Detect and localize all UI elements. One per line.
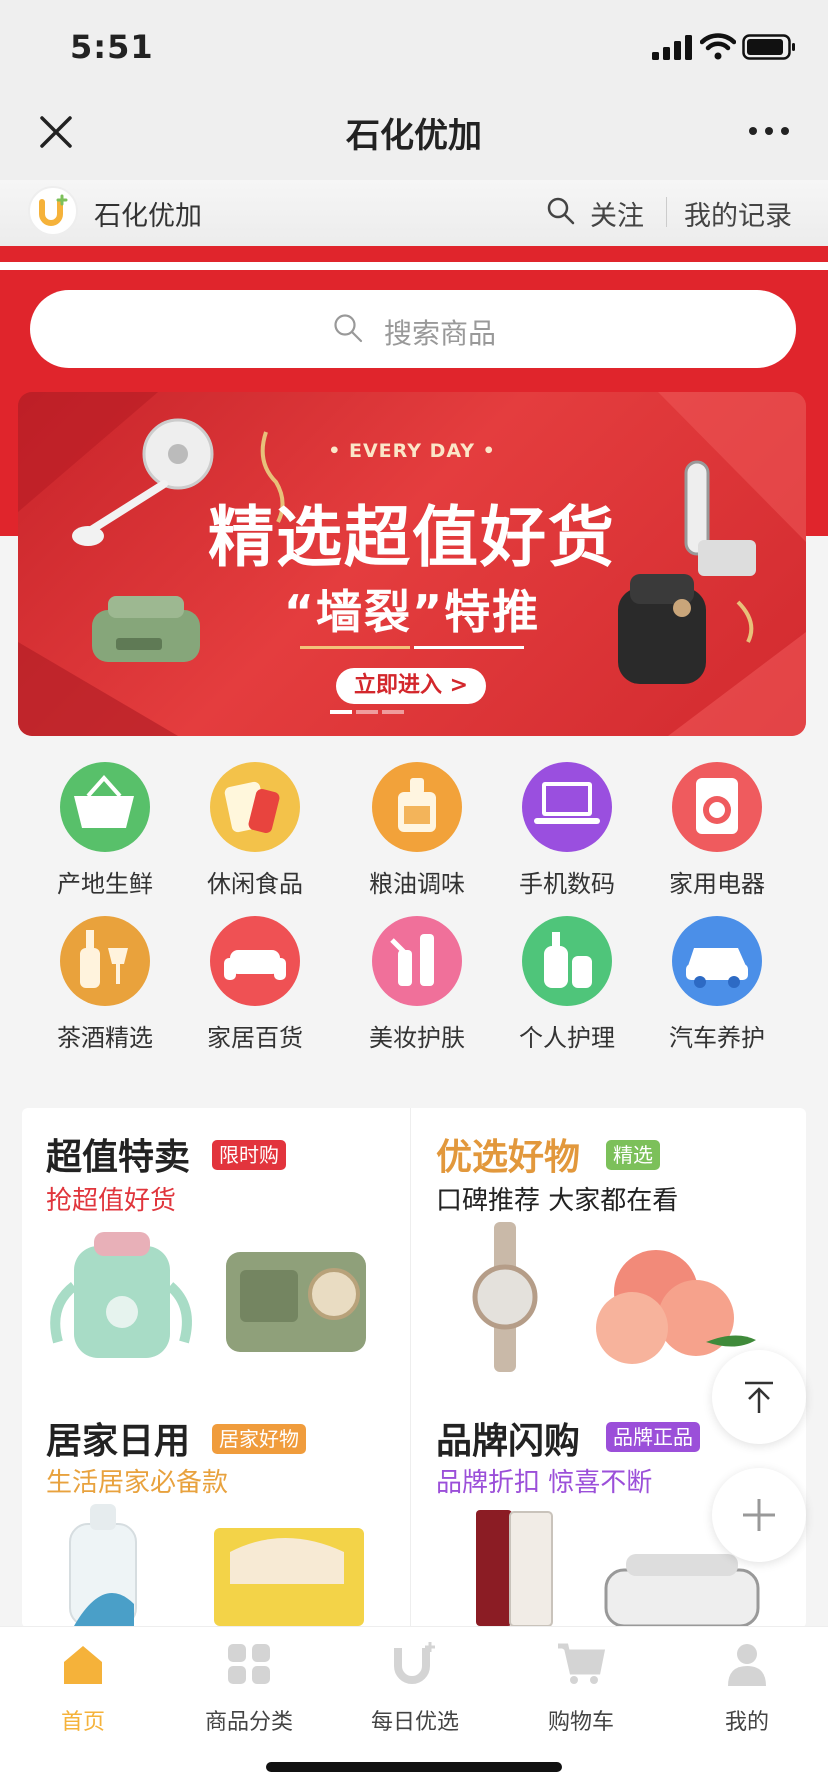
my-records-link[interactable]: 我的记录 — [684, 194, 792, 233]
card-subtitle-home: 生活居家必备款 — [46, 1468, 229, 1498]
tab-home[interactable]: 首页 — [0, 1640, 166, 1736]
signal-icon — [652, 35, 692, 60]
status-time: 5:51 — [70, 28, 154, 66]
tab-label: 首页 — [60, 1710, 105, 1735]
banner-divider-right — [414, 646, 524, 649]
promo-banner[interactable]: • EVERY DAY • 精选超值好货 “墙裂”特推 立即进入 > — [18, 392, 806, 736]
page-title: 石化优加 — [346, 116, 482, 156]
tag-selected: 精选 — [606, 1140, 660, 1170]
category-item[interactable]: 产地生鲜 — [30, 762, 180, 899]
store-logo[interactable] — [28, 186, 78, 236]
oil-bottle-icon — [372, 762, 462, 852]
grid-icon — [228, 1644, 270, 1684]
cart-icon — [558, 1643, 606, 1684]
cosmetics-icon — [372, 916, 462, 1006]
snack-icon — [210, 762, 300, 852]
wine-icon — [60, 916, 150, 1006]
category-label: 手机数码 — [519, 870, 615, 898]
divider — [666, 197, 667, 227]
banner-subtitle: • EVERY DAY • — [328, 440, 496, 462]
sofa-icon — [210, 916, 300, 1006]
home-indicator — [266, 1762, 562, 1772]
arrow-up-icon — [745, 1381, 773, 1413]
category-item[interactable]: 手机数码 — [492, 762, 642, 899]
wifi-icon — [700, 33, 736, 60]
banner-title-secondary: “墙裂”特推 — [283, 585, 541, 639]
category-item[interactable]: 汽车养护 — [642, 916, 792, 1053]
banner-title: 精选超值好货 — [208, 499, 616, 576]
card-subtitle-brand: 品牌折扣 惊喜不断 — [436, 1468, 653, 1498]
lotion-icon — [522, 916, 612, 1006]
banner-enter-button[interactable]: 立即进入 > — [336, 668, 486, 704]
category-label: 个人护理 — [519, 1024, 615, 1052]
category-label: 产地生鲜 — [57, 870, 153, 898]
category-label: 茶酒精选 — [57, 1024, 153, 1052]
basket-icon — [60, 762, 150, 852]
washing-machine-icon — [672, 762, 762, 852]
home-products-image[interactable] — [44, 1504, 384, 1626]
category-item[interactable]: 家居百货 — [180, 916, 330, 1053]
person-icon — [728, 1644, 766, 1686]
tag-brand-genuine: 品牌正品 — [606, 1422, 700, 1452]
store-name[interactable]: 石化优加 — [94, 194, 202, 233]
header-stripe — [0, 262, 828, 270]
tab-label: 我的 — [724, 1710, 769, 1735]
category-item[interactable]: 美妆护肤 — [342, 916, 492, 1053]
car-icon — [672, 916, 762, 1006]
home-icon — [64, 1646, 102, 1684]
pick-products-image[interactable] — [436, 1222, 776, 1372]
card-divider — [410, 1108, 411, 1628]
plus-icon — [743, 1499, 775, 1531]
search-icon — [334, 314, 363, 343]
search-icon[interactable] — [546, 196, 576, 226]
category-label: 休闲食品 — [207, 870, 303, 898]
category-item[interactable]: 茶酒精选 — [30, 916, 180, 1053]
tag-home-goods: 居家好物 — [212, 1424, 306, 1454]
u-plus-logo-icon — [39, 194, 68, 226]
category-label: 粮油调味 — [369, 870, 465, 898]
card-subtitle-picks: 口碑推荐 大家都在看 — [436, 1186, 679, 1216]
category-label: 美妆护肤 — [369, 1024, 465, 1052]
category-label: 家居百货 — [207, 1024, 303, 1052]
tab-u-plus[interactable]: 每日优选 — [332, 1640, 498, 1736]
card-subtitle-deals: 抢超值好货 — [46, 1186, 177, 1216]
tab-label: 每日优选 — [370, 1710, 459, 1735]
card-title-brand[interactable]: 品牌闪购 — [436, 1412, 580, 1464]
search-placeholder: 搜索商品 — [384, 317, 497, 350]
battery-icon — [742, 34, 795, 60]
category-label: 汽车养护 — [669, 1024, 765, 1052]
deal-products-image[interactable] — [44, 1226, 384, 1366]
tab-person[interactable]: 我的 — [664, 1640, 828, 1736]
tab-cart[interactable]: 购物车 — [498, 1640, 664, 1736]
tab-label: 商品分类 — [204, 1710, 293, 1735]
laptop-icon — [522, 762, 612, 852]
u-plus-icon — [394, 1642, 435, 1684]
category-item[interactable]: 家用电器 — [642, 762, 792, 899]
tag-limited: 限时购 — [212, 1140, 286, 1170]
category-item[interactable]: 个人护理 — [492, 916, 642, 1053]
category-label: 家用电器 — [669, 870, 765, 898]
more-icon[interactable] — [744, 116, 794, 146]
card-title-deals[interactable]: 超值特卖 — [46, 1128, 190, 1180]
card-title-picks[interactable]: 优选好物 — [436, 1128, 580, 1180]
tab-label: 购物车 — [547, 1710, 614, 1735]
add-button[interactable] — [712, 1468, 806, 1562]
follow-button[interactable]: 关注 — [590, 194, 644, 233]
card-title-home[interactable]: 居家日用 — [46, 1412, 190, 1464]
category-item[interactable]: 休闲食品 — [180, 762, 330, 899]
category-item[interactable]: 粮油调味 — [342, 762, 492, 899]
tab-grid[interactable]: 商品分类 — [166, 1640, 332, 1736]
back-to-top-button[interactable] — [712, 1350, 806, 1444]
banner-divider-left — [300, 646, 410, 649]
